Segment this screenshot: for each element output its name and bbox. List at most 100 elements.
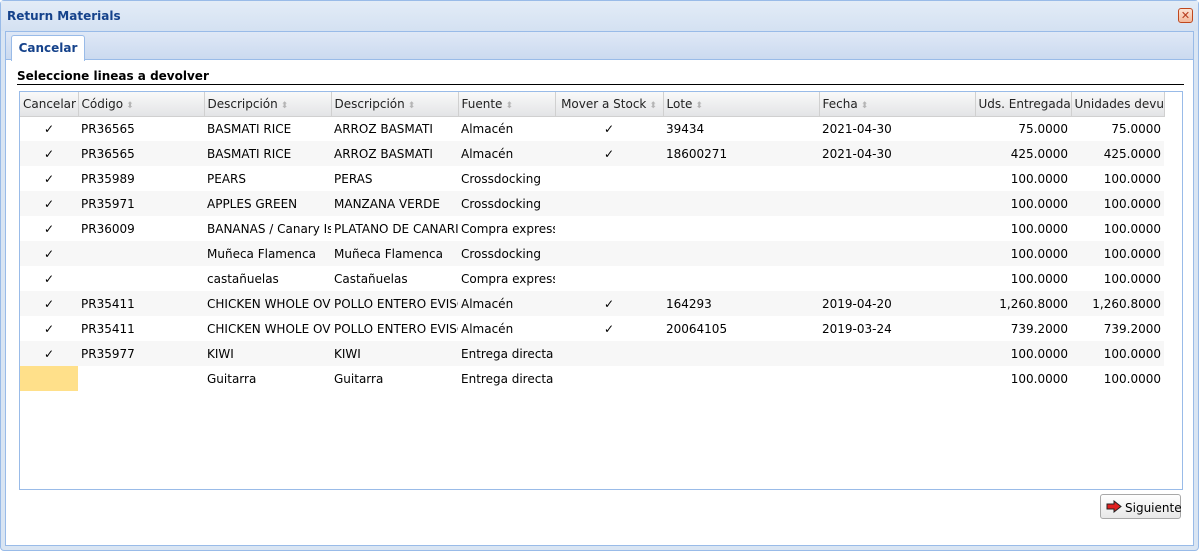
cell-descripcion-en: CHICKEN WHOLE OVEN [204,291,331,316]
cancel-checkmark[interactable]: ✓ [20,341,78,366]
cell-descripcion-es: PERAS [334,171,373,186]
cell-unidades-devueltas[interactable]: 100.0000 [1071,216,1164,241]
window-title: Return Materials [7,9,121,23]
cell-unidades-devueltas[interactable]: 100.0000 [1071,366,1164,391]
cell-unidades-devueltas[interactable]: 1,260.8000 [1071,291,1164,316]
cell-uds-entregadas: 100.0000 [1010,271,1068,286]
move-to-stock-checkmark[interactable] [555,166,663,191]
sort-icon: ⬍ [695,100,703,111]
cell-descripcion-en: KIWI [204,341,331,366]
table-row[interactable]: ✓ PR35411 CHICKEN WHOLE OVEN POLLO ENTER… [20,316,1164,341]
column-header-descripcion-es[interactable]: Descripción ⬍ [331,92,459,117]
cell-descripcion-en: Muñeca Flamenca [204,241,331,266]
next-button[interactable]: Siguiente [1100,494,1182,519]
move-to-stock-checkmark[interactable]: ✓ [555,141,663,166]
cell-unidades-devueltas[interactable]: 75.0000 [1071,116,1164,141]
cell-unidades-devueltas[interactable]: 100.0000 [1071,341,1164,366]
sort-icon: ⬍ [407,100,416,111]
table-row[interactable]: Guitarra Guitarra Entrega directa 100.00… [20,366,1164,391]
move-to-stock-checkmark[interactable] [555,341,663,366]
cell-descripcion-en: BASMATI RICE [207,121,292,136]
table-row[interactable]: ✓ PR35971 APPLES GREEN MANZANA VERDE Cro… [20,191,1164,216]
grid-header-row: Cancelar⬍ Código⬍ Descripción⬍ Descripci… [20,92,1165,117]
column-header-descripcion-en[interactable]: Descripción ⬍ [204,92,332,117]
table-row[interactable]: ✓ PR35989 PEARS PERAS Crossdocking 100.0… [20,166,1164,191]
cell-codigo: PR36565 [78,141,204,166]
cancel-checkmark[interactable]: ✓ [20,191,78,216]
table-row[interactable]: ✓ PR35977 KIWI KIWI Entrega directa 100.… [20,341,1164,366]
cancel-checkmark[interactable]: ✓ [20,116,78,141]
cell-fecha [819,166,975,191]
sort-icon: ⬍ [649,100,657,111]
move-to-stock-checkmark[interactable] [555,266,663,291]
cell-lote [663,341,819,366]
cell-fuente: Compra express [461,271,555,286]
cell-unidades-devueltas[interactable]: 425.0000 [1071,141,1164,166]
table-row[interactable]: ✓ castañuelas Castañuelas Compra express… [20,266,1164,291]
cell-fecha: 2019-04-20 [819,291,975,316]
move-to-stock-checkmark[interactable] [555,216,663,241]
table-row[interactable]: ✓ PR36565 BASMATI RICE ARROZ BASMATI Alm… [20,116,1164,141]
section-title: Seleccione lineas a devolver [17,70,1184,85]
tab-strip: Cancelar [6,32,1193,61]
cell-lote: 39434 [666,121,705,136]
cancel-checkmark[interactable]: ✓ [20,266,78,291]
cancel-checkmark[interactable]: ✓ [20,241,78,266]
cell-codigo: PR35977 [78,341,204,366]
cell-unidades-devueltas[interactable]: 739.2000 [1071,316,1164,341]
cell-fuente: Crossdocking [458,241,555,266]
move-to-stock-checkmark[interactable] [555,366,663,391]
cell-descripcion-en: Guitarra [207,371,257,386]
cell-unidades-devueltas[interactable]: 100.0000 [1071,191,1164,216]
cancel-checkmark[interactable]: ✓ [20,166,78,191]
return-lines-table: Cancelar⬍ Código⬍ Descripción⬍ Descripci… [20,92,1165,391]
column-header-mover-a-stock[interactable]: Mover a Stock ⬍ [555,92,664,117]
main-panel: Cancelar Seleccione lineas a devolver Ca… [5,31,1194,546]
cell-unidades-devueltas[interactable]: 100.0000 [1071,241,1164,266]
move-to-stock-checkmark[interactable] [555,241,663,266]
cell-uds-entregadas: 100.0000 [1010,171,1068,186]
column-header-label: Fecha [822,96,858,111]
move-to-stock-checkmark[interactable]: ✓ [555,291,663,316]
column-header-cancelar[interactable]: Cancelar⬍ [20,92,79,117]
table-row[interactable]: ✓ Muñeca Flamenca Muñeca Flamenca Crossd… [20,241,1164,266]
move-to-stock-checkmark[interactable] [555,191,663,216]
cell-lote [663,191,819,216]
return-lines-grid: Cancelar⬍ Código⬍ Descripción⬍ Descripci… [19,91,1183,490]
cancel-checkmark[interactable]: ✓ [20,141,78,166]
cell-descripcion-es: ARROZ BASMATI [334,121,433,136]
column-header-codigo[interactable]: Código ⬍ [78,92,205,117]
cell-fecha: 2019-03-24 [822,321,892,336]
cell-lote: 18600271 [663,141,819,166]
tab-cancelar[interactable]: Cancelar [11,35,85,61]
cancel-checkbox-selected[interactable] [20,366,78,391]
cell-descripcion-es: Castañuelas [334,271,408,286]
column-header-label: Mover a Stock [561,96,647,111]
column-header-unidades-devueltas[interactable]: Unidades devuel [1071,92,1165,117]
cancel-checkmark[interactable]: ✓ [20,291,78,316]
cell-uds-entregadas: 100.0000 [975,241,1071,266]
cell-codigo: PR35971 [78,191,204,216]
column-header-label: Cancelar [23,96,76,111]
cell-fuente: Almacén [461,321,514,336]
cell-codigo: PR36009 [81,221,135,236]
cell-descripcion-es: Muñeca Flamenca [331,241,458,266]
table-row[interactable]: ✓ PR35411 CHICKEN WHOLE OVEN POLLO ENTER… [20,291,1164,316]
table-row[interactable]: ✓ PR36009 BANANAS / Canary Isla PLATANO … [20,216,1164,241]
cell-unidades-devueltas[interactable]: 100.0000 [1071,266,1164,291]
move-to-stock-checkmark[interactable]: ✓ [555,116,663,141]
cancel-checkmark[interactable]: ✓ [20,316,78,341]
move-to-stock-checkmark[interactable]: ✓ [555,316,663,341]
cell-fuente: Almacén [458,291,555,316]
cell-codigo: PR35411 [78,291,204,316]
table-row[interactable]: ✓ PR36565 BASMATI RICE ARROZ BASMATI Alm… [20,141,1164,166]
column-header-fuente[interactable]: Fuente ⬍ [458,92,556,117]
cell-unidades-devueltas[interactable]: 100.0000 [1071,166,1164,191]
cell-uds-entregadas: 739.2000 [1010,321,1068,336]
column-header-uds-entregadas[interactable]: Uds. Entregadas [975,92,1072,117]
close-icon[interactable]: ✕ [1178,8,1193,23]
cancel-checkmark[interactable]: ✓ [20,216,78,241]
column-header-lote[interactable]: Lote ⬍ [663,92,820,117]
cell-codigo [78,241,204,266]
column-header-fecha[interactable]: Fecha ⬍ [819,92,976,117]
